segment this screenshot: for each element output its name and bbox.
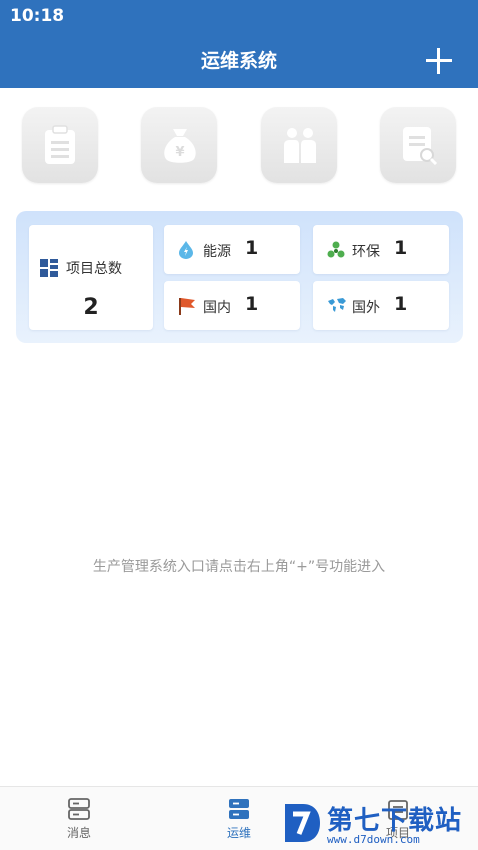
tab-messages-label: 消息: [66, 826, 91, 840]
overseas-value: 1: [394, 293, 408, 315]
overseas-card[interactable]: 国外 1: [313, 281, 449, 330]
message-icon: [68, 798, 90, 820]
document-search-icon: [403, 127, 438, 165]
world-map-icon: [328, 298, 346, 312]
shortcut-clipboard[interactable]: [22, 107, 98, 183]
plus-icon[interactable]: [424, 46, 454, 76]
flag-icon: [179, 298, 195, 315]
ops-icon: [229, 799, 249, 819]
energy-value: 1: [245, 237, 259, 259]
status-time: 10:18: [10, 6, 65, 26]
svg-text:¥: ¥: [175, 145, 184, 160]
watermark-url: www.d7down.com: [327, 833, 420, 846]
shortcut-team[interactable]: [261, 107, 337, 183]
overseas-label: 国外: [352, 300, 380, 316]
tab-ops[interactable]: 运维: [209, 797, 269, 847]
total-projects-value: 2: [83, 295, 99, 320]
water-drop-icon: [179, 241, 193, 259]
domestic-card[interactable]: 国内 1: [164, 281, 300, 330]
environment-label: 环保: [352, 244, 380, 260]
app-header: 10:18 运维系统: [0, 0, 478, 88]
money-bag-icon: ¥: [164, 129, 196, 163]
energy-card[interactable]: 能源 1: [164, 225, 300, 274]
entry-hint: 生产管理系统入口请点击右上角“+”号功能进入: [92, 559, 386, 575]
stats-panel: 项目总数 2 能源 1 环保 1 国内 1 国外 1: [16, 211, 463, 343]
total-projects-card[interactable]: 项目总数 2: [29, 225, 153, 330]
d7-logo-icon: [285, 804, 320, 842]
energy-label: 能源: [203, 244, 231, 260]
page-title: 运维系统: [200, 50, 277, 72]
clipboard-icon: [45, 125, 75, 164]
watermark-title: 第七下载站: [327, 806, 463, 836]
team-icon: [284, 128, 316, 163]
watermark-logo: 第七下载站 www.d7down.com: [283, 800, 478, 850]
domestic-label: 国内: [203, 300, 231, 316]
total-projects-label: 项目总数: [66, 261, 122, 277]
shortcut-document-search[interactable]: [380, 107, 456, 183]
grid-icon: [40, 259, 58, 277]
shortcut-money[interactable]: ¥: [141, 107, 217, 183]
environment-card[interactable]: 环保 1: [313, 225, 449, 274]
tab-ops-label: 运维: [226, 826, 251, 840]
recycle-icon: [327, 241, 345, 258]
domestic-value: 1: [245, 293, 259, 315]
tab-messages[interactable]: 消息: [49, 797, 109, 847]
environment-value: 1: [394, 237, 408, 259]
